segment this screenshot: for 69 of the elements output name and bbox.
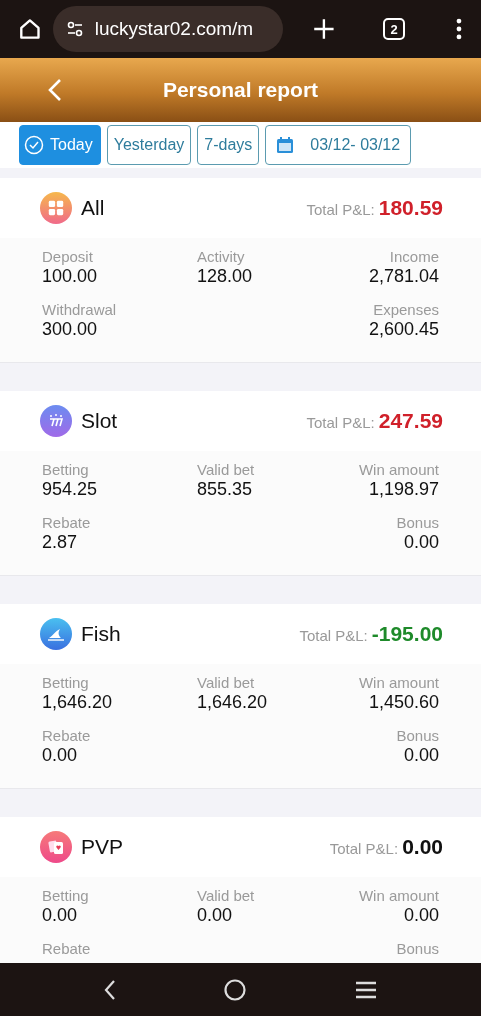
total-pnl-value: 0.00 [402,835,443,859]
stat-value: 100.00 [42,265,99,287]
category-name: Fish [81,622,121,646]
stat-value: 2.87 [42,531,79,553]
stat-value: 0.00 [403,904,439,926]
stat-label: Win amount [358,461,439,478]
date-filter-tab[interactable]: 03/12- 03/12 [265,125,412,165]
calendar-icon [276,136,295,154]
tab-count-button[interactable]: 2 [383,18,406,40]
date-filter-tab[interactable]: Yesterday [106,125,192,165]
stat-value: 1,646.20 [197,691,269,713]
fin-icon [40,618,72,650]
stat-value: 128.00 [197,265,254,287]
stat-label: Win amount [358,674,439,691]
total-pnl-value: 180.59 [378,196,443,220]
more-icon[interactable] [455,17,463,41]
total-pnl-value: -195.00 [371,622,443,646]
stat-label: Valid bet [197,887,256,904]
date-filter-tab[interactable]: 7-days [197,125,260,165]
cards-icon [40,831,72,863]
stat-value: 1,198.97 [368,478,439,500]
stat-value: 1,450.60 [368,691,439,713]
total-pnl-label: Total P&L: [329,840,399,857]
stat-value: 0.00 [403,531,439,553]
check-icon [24,135,44,155]
stat-label: Income [389,248,439,265]
menu-icon[interactable] [353,979,378,1000]
category-name: All [81,196,105,220]
stat-label: Valid bet [197,674,256,691]
stat-label: Deposit [42,248,94,265]
stat-label: Rebate [42,514,92,531]
stat-label: Expenses [373,301,439,318]
url-text: luckystar02.com/m [94,18,254,40]
date-filter-tab[interactable]: Today [19,125,101,165]
stat-label: Bonus [396,514,439,531]
stat-value: 954.25 [42,478,99,500]
stat-value: 2,781.04 [368,265,439,287]
total-pnl-label: Total P&L: [306,414,375,431]
stat-label: Betting [42,887,90,904]
category-name: PVP [81,835,124,859]
stat-label: Withdrawal [42,301,118,318]
page-title: Personal report [162,78,319,102]
stat-value: 2,600.45 [368,318,439,340]
stat-value: 0.00 [197,904,234,926]
stat-label: Activity [197,248,246,265]
stat-label: Betting [42,674,90,691]
stat-label: Win amount [358,887,439,904]
stat-value: 855.35 [197,478,254,500]
home-icon[interactable] [222,977,247,1002]
total-pnl-label: Total P&L: [306,201,375,218]
stat-label: Betting [42,461,90,478]
address-bar[interactable]: luckystar02.com/m [52,6,284,52]
stat-label: Bonus [396,727,439,744]
stat-label: Bonus [396,940,439,957]
stat-label: Rebate [42,727,92,744]
stat-value: 0.00 [42,744,79,766]
stat-value: 1,646.20 [42,691,114,713]
stat-value: 0.00 [403,744,439,766]
stat-value: 0.00 [42,904,79,926]
home-icon[interactable] [17,16,43,42]
back-icon[interactable] [103,978,116,1001]
slot-machine-icon [40,405,72,437]
stat-value: 300.00 [42,318,99,340]
total-pnl-label: Total P&L: [299,627,368,644]
category-name: Slot [81,409,118,433]
total-pnl-value: 247.59 [378,409,443,433]
stat-label: Rebate [42,940,92,957]
stat-label: Valid bet [197,461,256,478]
grid-icon [40,192,72,224]
